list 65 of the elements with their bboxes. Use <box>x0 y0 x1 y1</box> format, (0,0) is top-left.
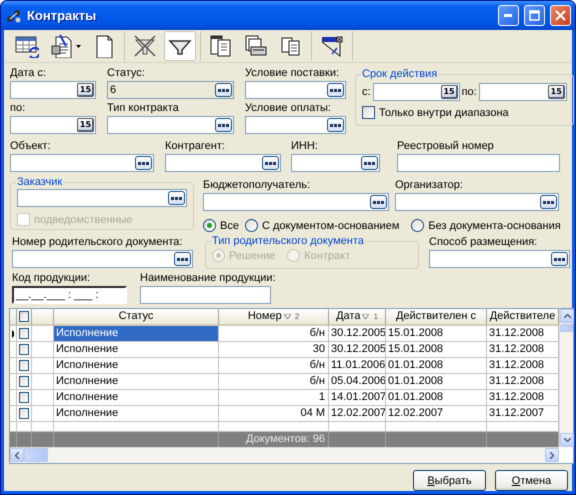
table-cell: б/н <box>219 326 329 342</box>
radio-label: Все <box>220 220 239 232</box>
table-cell: б/н <box>219 374 329 390</box>
field-label: Условие поставки: <box>245 67 340 80</box>
checkbox-label: Только внутри диапазона <box>379 106 509 118</box>
field-label: по: <box>10 102 26 115</box>
table-cell: 01.01.2008 <box>386 358 487 374</box>
field-label: Статус: <box>107 67 146 80</box>
table-cell: б/н <box>219 358 329 374</box>
field-label: по: <box>462 86 477 98</box>
input-field[interactable]: 15 <box>372 83 460 101</box>
group-title: Тип родительского документа <box>211 235 365 248</box>
group-title: Заказчик <box>16 176 64 189</box>
row-count: Документов: 96 <box>219 432 329 447</box>
calendar-button[interactable]: 15 <box>440 85 458 99</box>
table-cell: 12.02.2007 <box>386 406 487 422</box>
radio-label: Контракт <box>304 250 350 262</box>
window-title: Контракты <box>27 8 98 23</box>
field-label: Организатор: <box>395 179 464 192</box>
field-label: Тип контракта <box>107 102 180 115</box>
field-label: Номер родительского документа: <box>12 236 184 249</box>
column-header[interactable]: Действителен с <box>386 309 487 326</box>
table-cell: Исполнение <box>54 374 219 390</box>
table-cell: Исполнение <box>54 406 219 422</box>
field-label: Контрагент: <box>165 140 226 153</box>
table-cell: 01.01.2008 <box>386 390 487 406</box>
field-label: с: <box>362 86 371 98</box>
table-cell: 15.01.2008 <box>386 326 487 342</box>
table-cell: 30 <box>219 342 329 358</box>
radio-label: С документом-основанием <box>262 220 400 232</box>
column-header[interactable]: Статус <box>54 309 219 326</box>
table-cell: 15.01.2008 <box>386 342 487 358</box>
checkbox-label: подведомственные <box>34 214 132 226</box>
field-label: Код продукции: <box>12 272 92 285</box>
field-label: Бюджетополучатель: <box>203 179 312 192</box>
calendar-button[interactable]: 15 <box>548 85 565 99</box>
input-field[interactable]: __.__.___ : ___ : <box>12 286 127 304</box>
column-header[interactable]: Номер 2 <box>219 309 329 326</box>
field-label: Условие оплаты: <box>245 102 332 115</box>
table-cell: 01.01.2008 <box>386 374 487 390</box>
input-field[interactable]: 15 <box>478 83 567 101</box>
table-cell: 04 М <box>219 406 329 422</box>
input-field[interactable]: 6 <box>107 81 234 99</box>
input-field[interactable]: 15 <box>10 116 96 134</box>
input-field[interactable]: 15 <box>10 81 96 99</box>
table-cell: Исполнение <box>54 390 219 406</box>
calendar-button[interactable]: 15 <box>77 118 94 132</box>
column-header[interactable]: Действителе <box>487 309 559 326</box>
field-label: Объект: <box>10 140 52 153</box>
table-cell: Исполнение <box>54 342 219 358</box>
field-label: Реестровый номер <box>397 140 495 153</box>
table-cell: Исполнение <box>54 326 219 342</box>
table-cell: Исполнение <box>54 358 219 374</box>
radio-label: Решение <box>229 250 276 262</box>
field-label: ИНН: <box>291 140 319 153</box>
radio-label: Без документа-основания <box>428 220 561 232</box>
group-title: Срок действия <box>361 68 438 81</box>
field-label: Способ размещения: <box>429 236 538 249</box>
table-cell: 11.01.2006 <box>329 358 386 374</box>
column-header[interactable]: Дата 1 <box>329 309 386 326</box>
table-cell: 1 <box>219 390 329 406</box>
dialog-button[interactable]: Отмена <box>495 470 568 491</box>
field-label: Дата с: <box>10 67 47 80</box>
calendar-button[interactable]: 15 <box>77 83 94 97</box>
dialog-button[interactable]: Выбрать <box>413 470 486 491</box>
